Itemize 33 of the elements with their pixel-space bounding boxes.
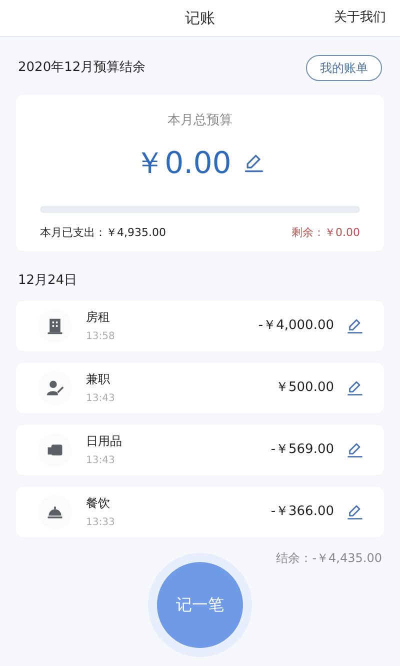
edit-icon[interactable] — [346, 440, 364, 458]
edit-icon[interactable] — [243, 152, 266, 174]
date-heading: 12月24日 — [17, 272, 78, 290]
spent-text: 本月已支出：￥4,935.00 — [40, 224, 166, 240]
entry-name: 兼职 — [86, 370, 111, 388]
balance-text: 结余：-￥4,435.00 — [275, 550, 383, 566]
entry-time: 13:43 — [86, 454, 116, 468]
entry-card[interactable]: 日用品 13:43 -￥569.00 — [16, 424, 384, 474]
my-bills-button[interactable]: 我的账单 — [306, 55, 382, 81]
page-title: 记账 — [185, 8, 215, 29]
remaining-text: 剩余：￥0.00 — [292, 224, 360, 240]
entry-amount: -￥366.00 — [270, 502, 334, 521]
entry-name: 日用品 — [86, 432, 122, 450]
entry-name: 房租 — [86, 308, 111, 326]
edit-icon[interactable] — [346, 378, 364, 396]
budget-amount: ￥0.00 — [134, 144, 232, 182]
entry-card[interactable]: 兼职 13:43 ￥500.00 — [16, 362, 384, 412]
edit-icon[interactable] — [346, 316, 364, 334]
building-icon — [46, 316, 64, 334]
entry-card[interactable]: 房租 13:58 -￥4,000.00 — [16, 300, 384, 350]
person-pen-icon — [46, 378, 64, 396]
entry-amount: -￥4,000.00 — [258, 316, 334, 335]
summary-title: 2020年12月预算结余 — [18, 59, 146, 78]
budget-label: 本月总预算 — [168, 112, 232, 130]
about-link[interactable]: 关于我们 — [334, 8, 386, 28]
entry-time: 13:43 — [86, 392, 115, 406]
entry-time: 13:58 — [86, 330, 115, 344]
edit-icon[interactable] — [346, 502, 364, 520]
entry-amount: ￥500.00 — [276, 378, 334, 397]
entry-time: 13:33 — [86, 516, 115, 530]
entry-card[interactable]: 餐饮 13:33 -￥366.00 — [16, 486, 384, 536]
entry-name: 餐饮 — [86, 494, 111, 512]
entry-amount: -￥569.00 — [270, 440, 334, 459]
